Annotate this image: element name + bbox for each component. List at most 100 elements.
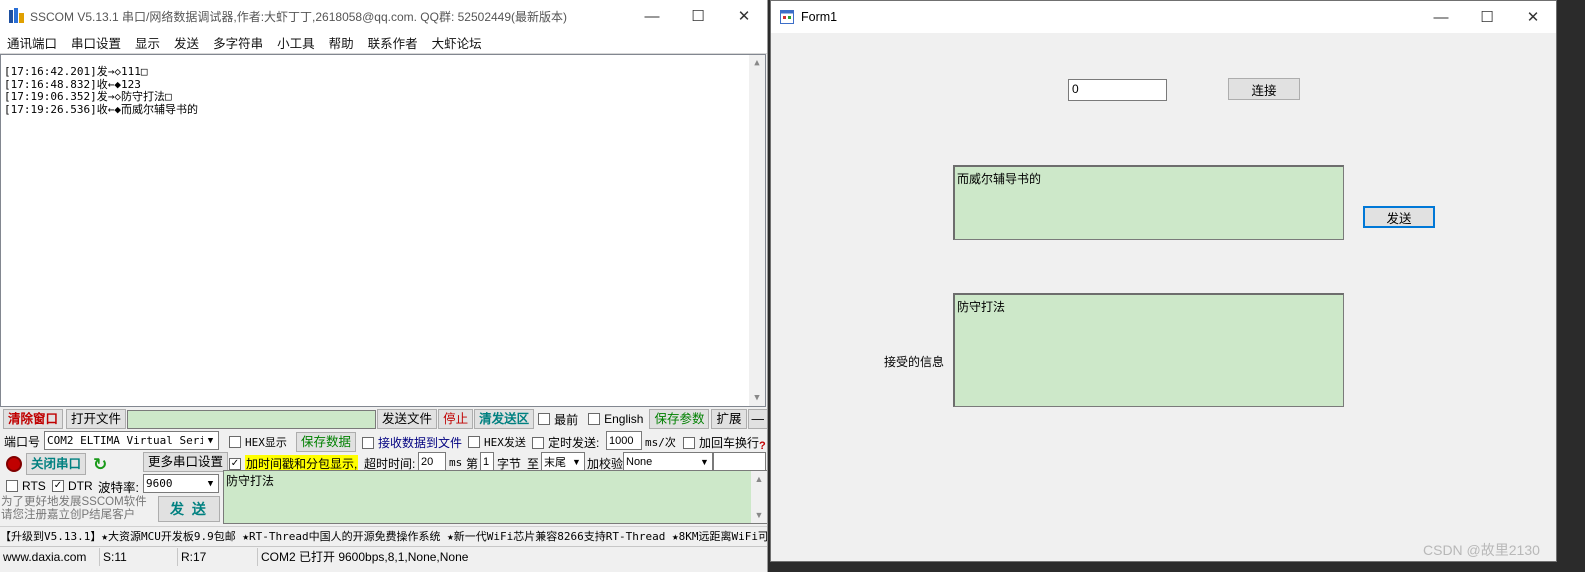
clear-window-button[interactable]: 清除窗口 [3,409,64,429]
interval-input[interactable]: 1000 [606,431,642,450]
help-icon[interactable]: ? [759,440,766,452]
close-icon[interactable]: ✕ [721,0,767,32]
sscom-menubar: 通讯端口 串口设置 显示 发送 多字符串 小工具 帮助 联系作者 大虾论坛 [0,32,767,54]
to-select-value: 末尾 [544,456,566,469]
menu-multi-string[interactable]: 多字符串 [206,33,270,52]
scroll-up-icon[interactable]: ▲ [751,471,767,487]
hex-display-checkbox[interactable]: HEX显示 [229,434,287,450]
send-textarea[interactable]: 防守打法 ▲ ▼ [223,470,767,524]
sscom-app-icon [9,8,24,23]
status-bar: www.daxia.com S:11 R:17 COM2 已打开 9600bps… [0,546,767,566]
chevron-down-icon: ▼ [203,475,218,492]
rts-checkbox[interactable]: RTS [6,479,46,493]
checksum-select[interactable]: None ▼ [623,452,713,471]
log-line: [17:19:26.536]收←◆而威尔辅导书的 [4,102,198,116]
hex-display-label: HEX显示 [245,436,287,449]
baud-select[interactable]: 9600 ▼ [143,474,219,493]
received-message-textbox[interactable]: 防守打法 [953,293,1344,407]
rts-label: RTS [22,479,46,493]
english-checkbox[interactable]: English [588,412,643,426]
port-select-value: COM2 ELTIMA Virtual Serial [47,434,219,447]
menu-display[interactable]: 显示 [128,33,167,52]
menu-serial-settings[interactable]: 串口设置 [64,33,128,52]
minimize-icon[interactable]: — [629,0,675,32]
add-crlf-label: 加回车换行 [699,436,760,450]
chevron-down-icon: ▼ [569,453,584,470]
send-textarea-value: 防守打法 [226,474,275,488]
send-file-button[interactable]: 发送文件 [377,409,438,429]
clear-send-button[interactable]: 清发送区 [474,409,535,429]
recv-to-file-checkbox[interactable]: 接收数据到文件 [362,434,462,451]
baud-select-value: 9600 [146,477,173,490]
open-file-button[interactable]: 打开文件 [66,409,127,429]
sscom-window-controls: — ☐ ✕ [629,0,767,32]
checksum-select-value: None [626,455,653,468]
hex-send-checkbox[interactable]: HEX发送 [468,434,526,450]
form1-title: Form1 [801,10,838,24]
dtr-checkbox[interactable]: ✓ DTR [52,479,93,493]
promo-line: 为了更好地发展SSCOM软件 [1,496,147,508]
status-website[interactable]: www.daxia.com [0,547,100,566]
save-data-button[interactable]: 保存数据 [296,432,357,452]
menu-help[interactable]: 帮助 [322,33,361,52]
form1-titlebar: Form1 — ☐ ✕ [771,1,1556,33]
scroll-down-icon[interactable]: ▼ [751,507,767,523]
received-info-label: 接受的信息 [884,355,945,369]
expand-button[interactable]: 扩展 [711,409,747,429]
close-port-button[interactable]: 关闭串口 [26,453,87,475]
sscom-titlebar: SSCOM V5.13.1 串口/网络数据调试器,作者:大虾丁丁,2618058… [0,0,767,32]
menu-comm-port[interactable]: 通讯端口 [0,33,64,52]
hex-send-label: HEX发送 [484,436,526,449]
timed-send-checkbox[interactable]: 定时发送: [532,434,599,451]
add-crlf-checkbox[interactable]: 加回车换行 [683,434,759,451]
refresh-icon[interactable]: ↻ [93,455,107,475]
collapse-button[interactable]: — [747,409,767,429]
checksum-extra-field[interactable] [713,452,766,471]
more-settings-button[interactable]: 更多串口设置 [143,452,229,472]
timeout-unit: ms [449,456,463,469]
byte-index-input[interactable]: 1 [480,452,494,471]
promo-line: 请您注册嘉立创P结尾客户 [1,509,136,521]
status-sent-count: S:11 [100,547,178,566]
send-scrollbar[interactable]: ▲ ▼ [751,471,767,523]
to-select[interactable]: 末尾 ▼ [541,452,585,471]
log-line: [17:16:42.201]发→◇111□ [4,65,148,78]
recv-to-file-label: 接收数据到文件 [378,436,463,450]
stop-button[interactable]: 停止 [438,409,474,429]
scroll-down-icon[interactable]: ▼ [749,390,765,406]
menu-forum[interactable]: 大虾论坛 [425,33,489,52]
port-status-icon [6,456,22,472]
file-path-input[interactable] [127,409,377,429]
send-button[interactable]: 发送 [1363,206,1435,228]
menu-contact-author[interactable]: 联系作者 [361,33,425,52]
timeout-input[interactable]: 20 [418,452,446,471]
send-button[interactable]: 发 送 [158,496,220,522]
maximize-icon[interactable]: ☐ [675,0,721,32]
chevron-down-icon: ▼ [203,432,218,449]
sscom-window: SSCOM V5.13.1 串口/网络数据调试器,作者:大虾丁丁,2618058… [0,0,768,572]
topmost-checkbox[interactable]: 最前 [538,411,578,428]
scroll-up-icon[interactable]: ▲ [749,55,765,71]
receive-log[interactable]: [17:16:42.201]发→◇111□ [17:16:48.832]收←◆1… [0,54,766,407]
sscom-title: SSCOM V5.13.1 串口/网络数据调试器,作者:大虾丁丁,2618058… [30,9,568,24]
port-number-input[interactable]: 0 [1068,79,1167,101]
log-scrollbar[interactable]: ▲ ▼ [749,55,765,406]
minimize-icon[interactable]: — [1418,1,1464,33]
port-label: 端口号 [4,435,41,449]
dtr-label: DTR [68,479,93,493]
csdn-watermark: CSDN @故里2130 [1423,542,1540,558]
form1-window: Form1 — ☐ ✕ 0 连接 而威尔辅导书的 发送 接受的信息 防守打法 [770,0,1557,562]
ad-ticker[interactable]: 【升级到V5.13.1】★大资源MCU开发板9.9包邮 ★RT-Thread中国… [0,526,767,545]
file-toolbar: 清除窗口 打开文件 发送文件 停止 清发送区 最前 English 保存参数 扩… [0,408,767,430]
status-port-info: COM2 已打开 9600bps,8,1,None,None [261,549,469,564]
timed-send-label: 定时发送: [548,436,600,450]
port-select[interactable]: COM2 ELTIMA Virtual Serial ▼ [44,431,219,450]
chevron-down-icon: ▼ [697,453,712,470]
close-icon[interactable]: ✕ [1510,1,1556,33]
connect-button[interactable]: 连接 [1228,78,1300,100]
maximize-icon[interactable]: ☐ [1464,1,1510,33]
menu-tools[interactable]: 小工具 [270,33,322,52]
menu-send[interactable]: 发送 [167,33,206,52]
save-params-button[interactable]: 保存参数 [649,409,710,429]
send-message-textbox[interactable]: 而威尔辅导书的 [953,165,1344,240]
